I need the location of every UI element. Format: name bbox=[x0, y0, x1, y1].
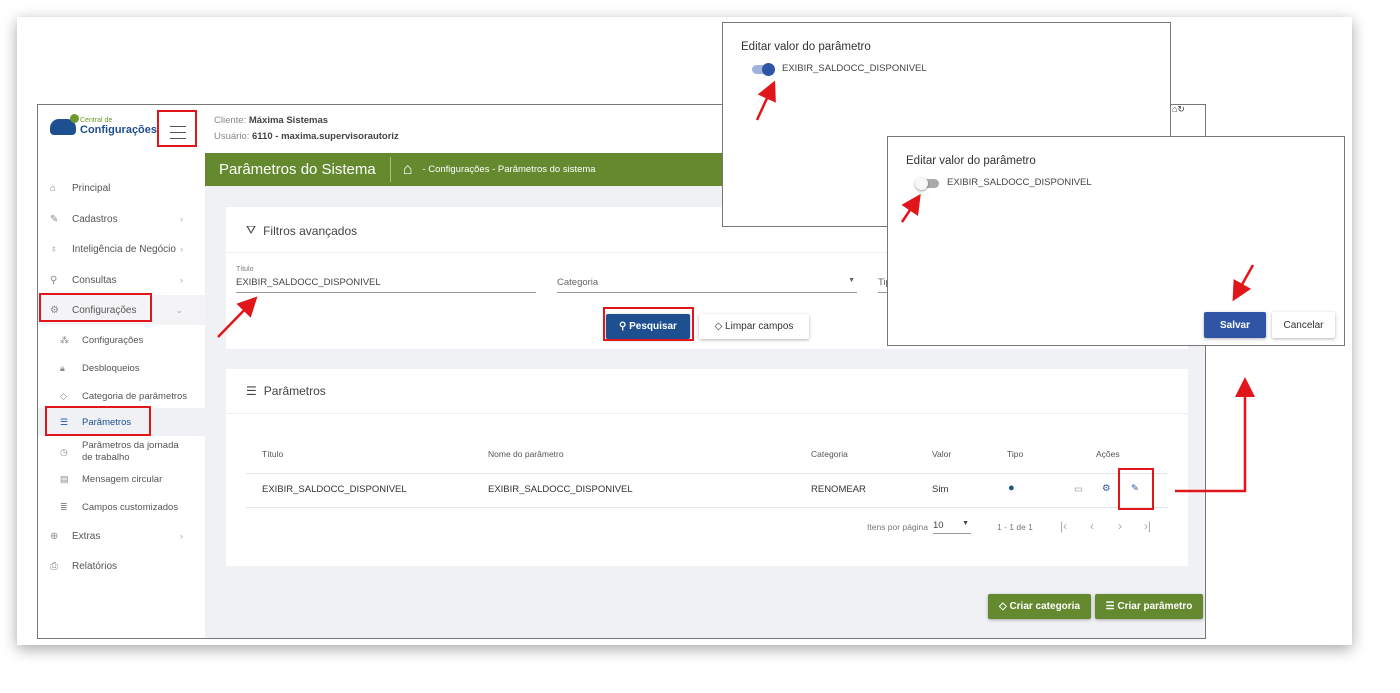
annotation-arrows bbox=[217, 80, 1255, 493]
arrow bbox=[1232, 264, 1255, 302]
arrow bbox=[755, 80, 776, 121]
arrow bbox=[217, 296, 258, 338]
arrow bbox=[1175, 377, 1255, 493]
arrow bbox=[900, 193, 921, 223]
